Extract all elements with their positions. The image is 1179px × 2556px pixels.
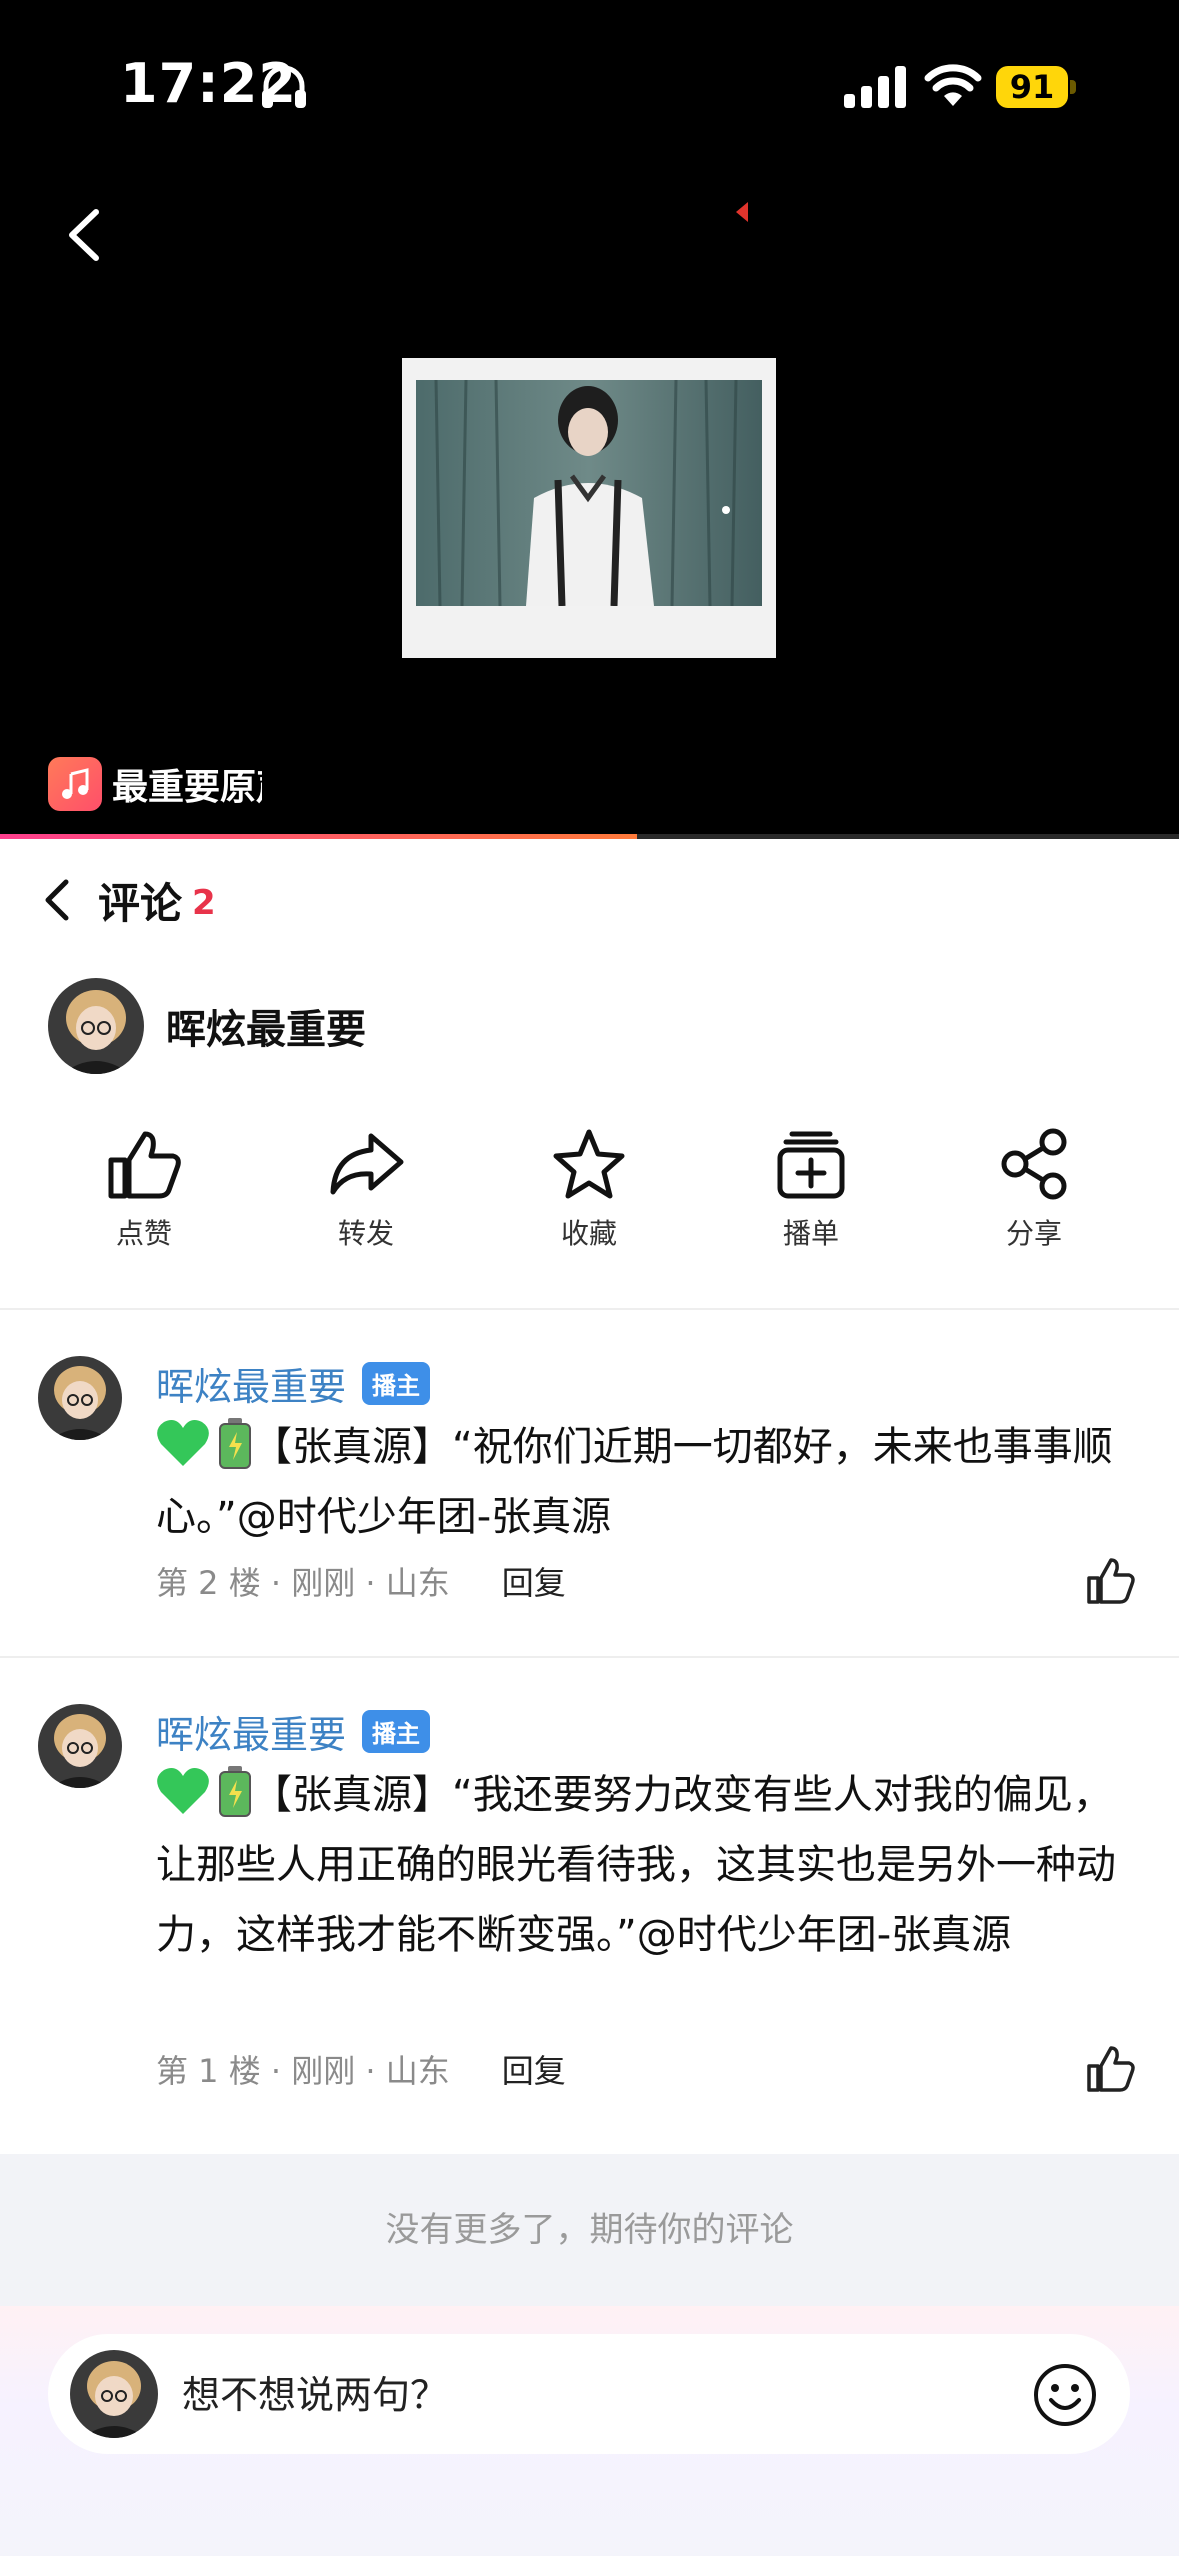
music-note-icon	[48, 757, 102, 811]
favorite-action[interactable]: 收藏	[509, 1128, 669, 1258]
avatar	[48, 978, 144, 1074]
cover-photo[interactable]	[402, 358, 776, 658]
thumbs-up-icon[interactable]	[1085, 2044, 1135, 2094]
avatar[interactable]	[38, 1356, 122, 1440]
author-row[interactable]: 晖炫最重要	[48, 978, 366, 1074]
comment-divider	[0, 1656, 1179, 1658]
back-chevron-icon[interactable]	[44, 878, 70, 922]
forward-label: 转发	[337, 1217, 394, 1250]
playlist-action[interactable]: 播单	[731, 1128, 891, 1258]
thumbs-up-icon	[108, 1131, 181, 1199]
green-heart-icon	[157, 1420, 209, 1466]
no-more-comments: 没有更多了，期待你的评论	[0, 2154, 1179, 2306]
host-badge: 播主	[362, 1709, 431, 1753]
progress-bar	[0, 834, 637, 839]
like-label: 点赞	[115, 1217, 172, 1250]
comment-item: 晖炫最重要 播主 【张真源】“祝你们近期一切都好，未来也事事顺心。”@时代少年团…	[0, 1356, 1179, 1656]
favorite-label: 收藏	[560, 1217, 617, 1250]
battery-indicator: 91	[996, 66, 1078, 108]
comment-header: 晖炫最重要 播主	[156, 1704, 431, 1759]
wifi-icon	[924, 64, 982, 106]
green-heart-icon	[157, 1768, 209, 1814]
forward-icon	[330, 1133, 404, 1195]
comments-title: 评论	[98, 878, 183, 928]
comment-username[interactable]: 晖炫最重要	[156, 1704, 346, 1759]
red-indicator-icon	[736, 202, 748, 222]
status-bar: 17:22 91	[0, 0, 1179, 170]
comments-count: 2	[192, 883, 216, 923]
comment-input-placeholder: 想不想说两句？	[182, 2373, 449, 2417]
comment-text: 【张真源】“祝你们近期一切都好，未来也事事顺心。”@时代少年团-张真源	[156, 1412, 1142, 1552]
comment-meta: 第 1 楼 · 刚刚 · 山东 回复	[156, 2044, 566, 2094]
playlist-label: 播单	[782, 1217, 839, 1250]
host-badge: 播主	[362, 1361, 431, 1405]
thumbs-up-icon[interactable]	[1085, 1556, 1135, 1606]
share-label: 分享	[1005, 1217, 1062, 1250]
comment-username[interactable]: 晖炫最重要	[156, 1356, 346, 1411]
share-icon	[1001, 1128, 1067, 1200]
comment-text: 【张真源】“我还要努力改变有些人对我的偏见，让那些人用正确的眼光看待我，这其实也…	[156, 1760, 1142, 1970]
reply-button[interactable]: 回复	[502, 1558, 566, 1604]
avatar	[70, 2350, 158, 2438]
share-action[interactable]: 分享	[954, 1128, 1114, 1258]
cellular-signal-icon	[844, 66, 906, 108]
comments-header: 评论 2	[44, 870, 216, 930]
action-bar: 点赞 转发 收藏 播单 分享	[0, 1128, 1179, 1258]
reply-button[interactable]: 回复	[502, 2046, 566, 2092]
comment-text-content: 【张真源】“我还要努力改变有些人对我的偏见，让那些人用正确的眼光看待我，这其实也…	[156, 1772, 1116, 1958]
headphones-icon	[262, 65, 306, 108]
playlist-add-icon	[777, 1131, 845, 1199]
comment-input[interactable]: 想不想说两句？	[48, 2334, 1130, 2454]
battery-emoji-icon	[219, 1418, 251, 1469]
comment-item: 晖炫最重要 播主 【张真源】“我还要努力改变有些人对我的偏见，让那些人用正确的眼…	[0, 1704, 1179, 2154]
star-icon	[553, 1129, 625, 1199]
battery-emoji-icon	[219, 1766, 251, 1817]
back-icon[interactable]	[56, 200, 116, 270]
music-title: 最重要原声	[112, 767, 262, 808]
section-divider	[0, 1308, 1179, 1310]
comment-floor-info: 第 1 楼 · 刚刚 · 山东	[156, 2052, 450, 2090]
comment-meta: 第 2 楼 · 刚刚 · 山东 回复	[156, 1556, 566, 1606]
battery-level: 91	[1009, 68, 1055, 106]
emoji-icon[interactable]	[1032, 2362, 1098, 2428]
avatar[interactable]	[38, 1704, 122, 1788]
comment-header: 晖炫最重要 播主	[156, 1356, 431, 1411]
person-photo-image	[416, 380, 762, 606]
forward-action[interactable]: 转发	[286, 1128, 446, 1258]
author-name: 晖炫最重要	[166, 1007, 366, 1053]
player-area: 17:22 91 最重要原	[0, 0, 1179, 839]
like-action[interactable]: 点赞	[64, 1128, 224, 1258]
music-tag[interactable]: 最重要原声	[48, 756, 262, 812]
comment-floor-info: 第 2 楼 · 刚刚 · 山东	[156, 1564, 450, 1602]
comment-text-content: 【张真源】“祝你们近期一切都好，未来也事事顺心。”@时代少年团-张真源	[156, 1424, 1113, 1540]
